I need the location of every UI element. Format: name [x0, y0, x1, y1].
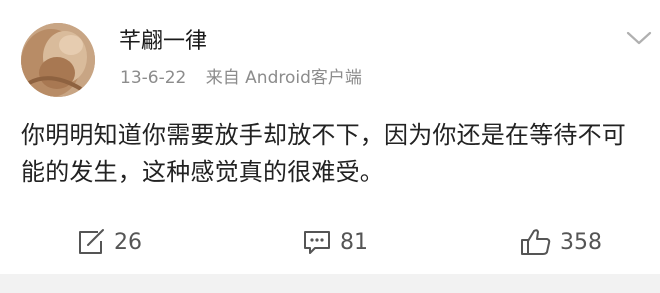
post-meta: 13-6-22 来自 Android客户端	[120, 67, 362, 89]
weibo-post-card: 芊翩一律 13-6-22 来自 Android客户端 你明明知道你需要放手却放不…	[0, 0, 660, 274]
like-count: 358	[560, 229, 602, 255]
avatar[interactable]	[21, 23, 95, 97]
comment-icon	[304, 231, 330, 254]
forward-button[interactable]: 26	[76, 222, 142, 262]
post-content: 你明明知道你需要放手却放不下，因为你还是在等待不可能的发生，这种感觉真的很难受。	[21, 121, 626, 186]
post-time: 13-6-22	[120, 68, 187, 88]
like-button[interactable]: 358	[520, 222, 602, 262]
avatar-image	[21, 23, 95, 97]
comment-button[interactable]: 81	[302, 222, 368, 262]
comment-count: 81	[340, 229, 368, 255]
thumbs-up-icon	[521, 229, 551, 255]
chevron-down-icon[interactable]	[626, 28, 652, 48]
post-source: 来自 Android客户端	[205, 68, 362, 88]
action-bar: 26 81 358	[0, 222, 660, 262]
share-icon	[79, 229, 104, 254]
author-name[interactable]: 芊翩一律	[119, 28, 207, 56]
forward-count: 26	[114, 229, 142, 255]
card-divider	[0, 274, 660, 293]
